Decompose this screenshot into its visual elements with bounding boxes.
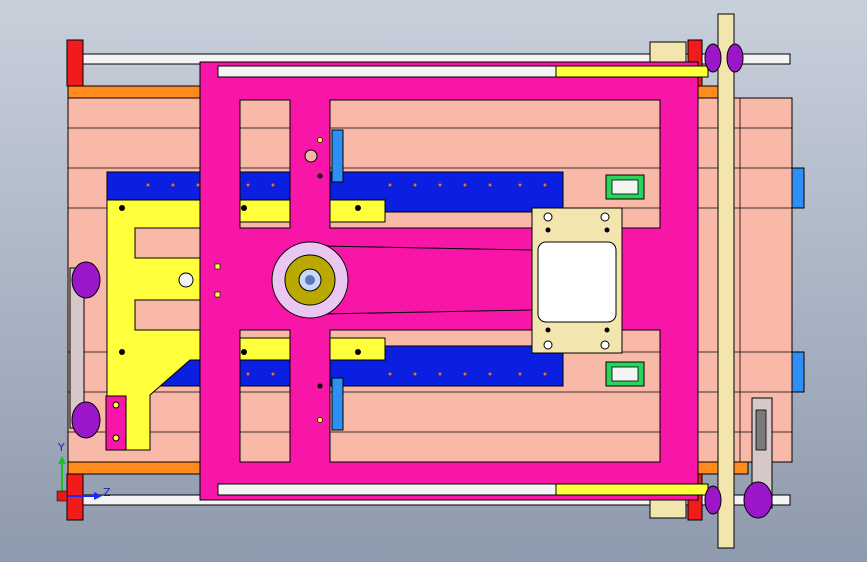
pulley-knob-upper-left [71,261,101,299]
assembly-drawing[interactable] [0,0,867,562]
triad-y-label: Y [58,441,65,454]
pulley-knob-lower-left [71,401,101,439]
right-side-plate [717,13,735,549]
triad-z-label: Z [103,486,111,499]
side-block-lower [791,351,805,393]
top-slot-yellow [555,65,709,78]
belt-tensioner-block [531,207,623,354]
bearing-top [649,41,687,63]
side-block-upper [791,167,805,209]
main-pulley [271,241,349,319]
limit-sensor-upper [605,174,645,200]
bottom-slot-white [217,483,557,496]
limit-sensor-lower [605,361,645,387]
bearing-bottom [649,497,687,519]
cad-3d-viewport[interactable]: Y Z [0,0,867,562]
bottom-slot-yellow [555,483,709,496]
rod-clamp-top-left [66,39,84,87]
top-slot-white [217,65,557,78]
